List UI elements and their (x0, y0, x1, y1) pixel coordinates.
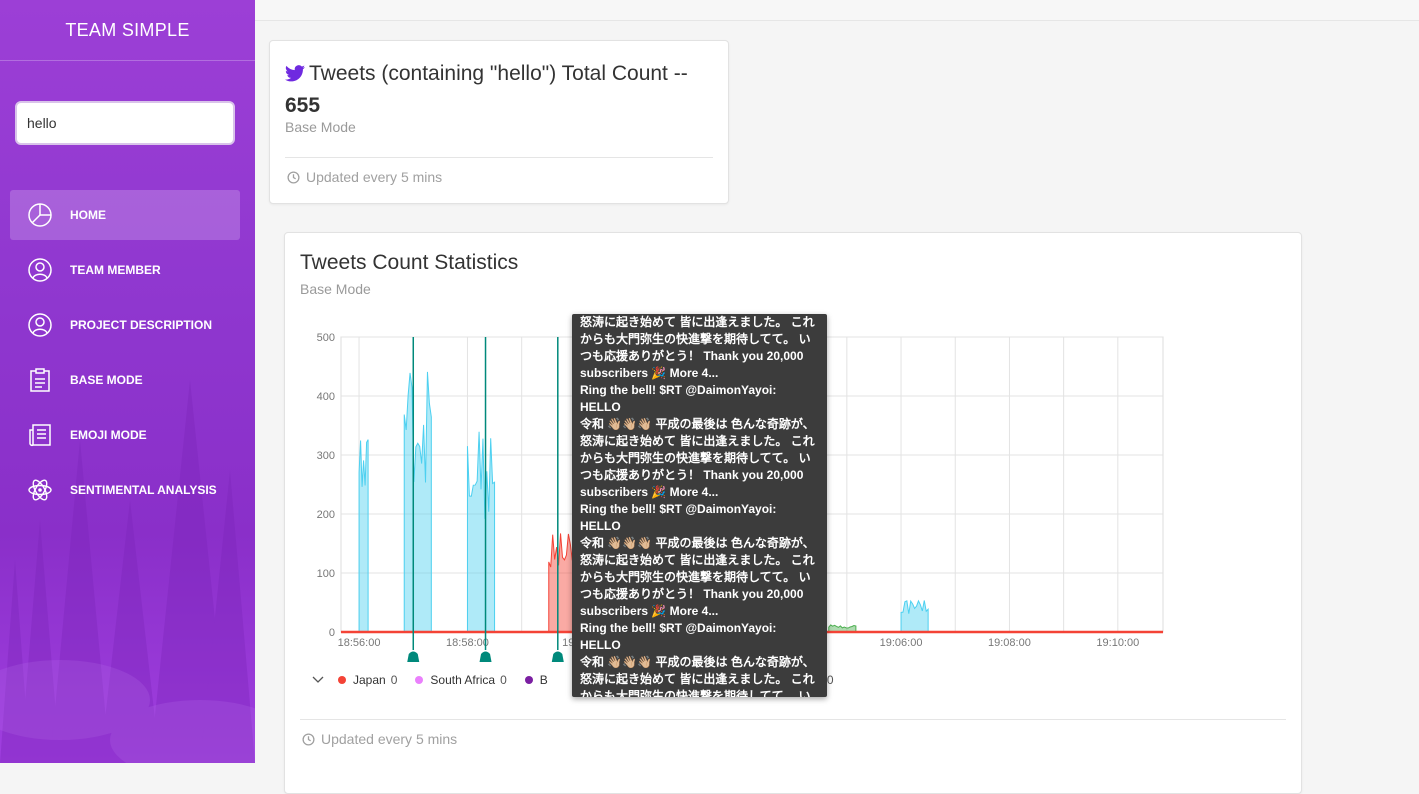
card-footer: Updated every 5 mins (302, 731, 457, 747)
tooltip-line: subscribers 🎉 More 4... (580, 366, 719, 380)
card-footer: Updated every 5 mins (287, 169, 442, 185)
chart-flag-tooltip: 怒涛に起き始めて 皆に出逢えました。 これ からも大門弥生の快進撃を期待してて。 … (572, 314, 827, 697)
total-count-label: Tweets (containing "hello") Total Count … (309, 62, 688, 85)
tooltip-line: つも応援ありがとう！ Thank you 20,000 (580, 468, 804, 482)
sidebar-item-emoji-mode[interactable]: EMOJI MODE (10, 410, 240, 460)
tooltip-line: Ring the bell! $RT @DaimonYayoi: HELLO (580, 502, 777, 533)
area-burst (358, 439, 369, 633)
legend-toggle-chevron-icon[interactable] (312, 676, 324, 684)
legend-value: 0 (500, 673, 507, 687)
y-tick-label: 300 (317, 450, 335, 462)
sidebar-nav: HOME TEAM MEMBER PROJECT DESCRIPTION BAS… (10, 190, 240, 520)
legend-value: 0 (826, 673, 834, 687)
y-tick-label: 500 (317, 332, 335, 344)
tooltip-line: からも大門弥生の快進撃を期待してて。 い (580, 332, 811, 346)
tooltip-content: 怒涛に起き始めて 皆に出逢えました。 これ からも大門弥生の快進撃を期待してて。 … (572, 314, 827, 697)
twitter-bird-icon (285, 61, 305, 91)
tooltip-line: からも大門弥生の快進撃を期待してて。 い (580, 451, 811, 465)
bell-flag-icon (479, 651, 492, 662)
newspaper-icon (25, 420, 55, 450)
update-note: Updated every 5 mins (321, 731, 458, 747)
legend-label: South Africa (430, 673, 496, 687)
tooltip-line: 令和 👋🏼👋🏼👋🏼 平成の最後は 色んな奇跡が、 (580, 655, 815, 669)
legend-dot (415, 676, 424, 684)
legend-label: B (539, 673, 548, 687)
x-tick-label: 19:06:00 (880, 637, 923, 649)
tooltip-line: 怒涛に起き始めて 皆に出逢えました。 これ (580, 553, 815, 567)
tooltip-line: Ring the bell! $RT @DaimonYayoi: HELLO (580, 383, 777, 414)
x-tick-label: 18:58:00 (446, 637, 489, 649)
sidebar-item-sentimental-analysis[interactable]: SENTIMENTAL ANALYSIS (10, 465, 240, 515)
clipboard-icon (25, 365, 55, 395)
tooltip-line: 令和 👋🏼👋🏼👋🏼 平成の最後は 色んな奇跡が、 (580, 417, 815, 431)
legend-value: 0 (390, 673, 398, 687)
pie-chart-icon (25, 200, 55, 230)
user-icon (25, 310, 55, 340)
y-tick-label: 200 (317, 509, 335, 521)
sidebar-item-project-description[interactable]: PROJECT DESCRIPTION (10, 300, 240, 350)
tooltip-line: 怒涛に起き始めて 皆に出逢えました。 これ (580, 672, 815, 686)
legend-dot (338, 676, 346, 684)
sidebar: TEAM SIMPLE HOME TEAM MEMBER PROJECT DES… (0, 0, 255, 763)
tooltip-line: Ring the bell! $RT @DaimonYayoi: HELLO (580, 621, 777, 652)
tooltip-line: からも大門弥生の快進撃を期待してて。 い (580, 570, 811, 584)
total-count-title: Tweets (containing "hello") Total Count … (285, 59, 715, 121)
card-divider (300, 719, 1286, 720)
legend-item-b[interactable]: B (524, 673, 548, 687)
total-count-card: Tweets (containing "hello") Total Count … (269, 40, 729, 204)
brand-title: TEAM SIMPLE (0, 0, 255, 61)
top-navbar (255, 0, 1419, 21)
y-tick-label: 0 (329, 627, 335, 639)
tooltip-line: つも応援ありがとう！ Thank you 20,000 (580, 349, 804, 363)
legend-label: Japan (353, 673, 386, 687)
card-divider (285, 157, 713, 158)
tooltip-line: からも大門弥生の快進撃を期待してて。 い (580, 689, 811, 697)
mode-label: Base Mode (285, 119, 356, 135)
update-note: Updated every 5 mins (306, 169, 443, 185)
tooltip-line: つも応援ありがとう！ Thank you 20,000 (580, 587, 804, 601)
bell-flag-icon (407, 651, 420, 662)
tooltip-line: subscribers 🎉 More 4... (580, 485, 719, 499)
tooltip-line: 令和 👋🏼👋🏼👋🏼 平成の最後は 色んな奇跡が、 (580, 536, 815, 550)
legend-dot (524, 676, 533, 684)
tooltip-line: 怒涛に起き始めて 皆に出逢えました。 これ (580, 315, 815, 329)
sidebar-item-label: BASE MODE (70, 373, 143, 387)
total-count-value: 655 (285, 94, 321, 117)
sidebar-item-base-mode[interactable]: BASE MODE (10, 355, 240, 405)
sidebar-item-label: PROJECT DESCRIPTION (70, 318, 213, 332)
x-tick-label: 19:10:00 (1096, 637, 1139, 649)
clock-icon (287, 170, 300, 184)
search-input[interactable] (15, 101, 235, 145)
sidebar-item-label: EMOJI MODE (70, 428, 147, 442)
sidebar-item-label: TEAM MEMBER (70, 263, 161, 277)
x-tick-label: 19:08:00 (988, 637, 1031, 649)
clock-icon (302, 732, 315, 746)
atom-icon (25, 475, 55, 505)
user-icon (25, 255, 55, 285)
tooltip-line: subscribers 🎉 More 4... (580, 604, 719, 618)
sidebar-item-home[interactable]: HOME (10, 190, 240, 240)
tooltip-line: 怒涛に起き始めて 皆に出逢えました。 これ (580, 434, 815, 448)
sidebar-item-team-member[interactable]: TEAM MEMBER (10, 245, 240, 295)
sidebar-item-label: SENTIMENTAL ANALYSIS (70, 483, 217, 497)
x-tick-label: 18:56:00 (338, 637, 381, 649)
y-tick-label: 400 (317, 391, 335, 403)
legend-item-japan[interactable]: Japan 0 (338, 673, 397, 687)
legend-item-south-africa[interactable]: South Africa 0 (415, 673, 507, 687)
y-tick-label: 100 (317, 568, 335, 580)
sidebar-item-label: HOME (70, 208, 106, 222)
bell-flag-icon (551, 651, 564, 662)
